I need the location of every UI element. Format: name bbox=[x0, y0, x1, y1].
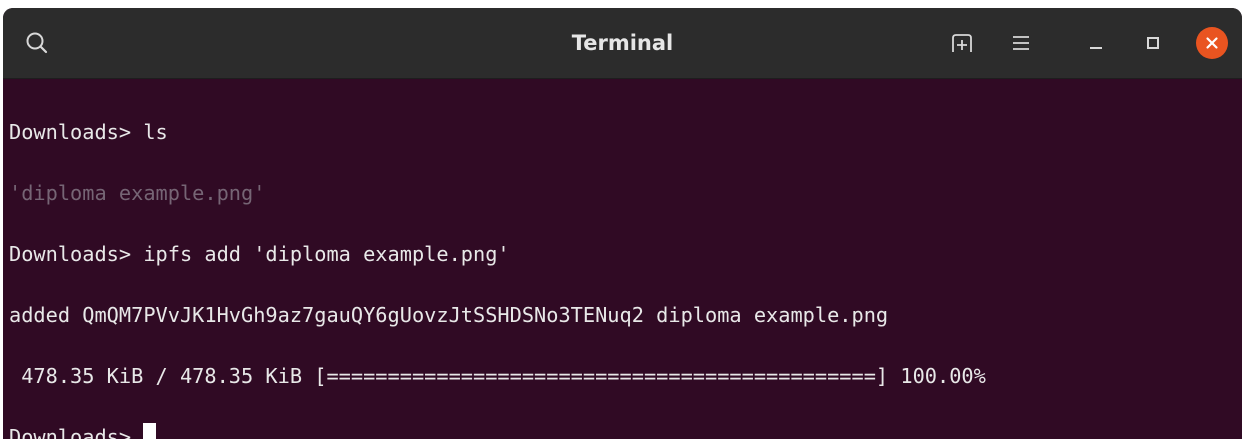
terminal-line-added-hash: added QmQM7PVvJK1HvGh9az7gauQY6gUovzJtSS… bbox=[9, 302, 889, 327]
terminal-window: Terminal Downloads> ls 'diploma example.… bbox=[3, 8, 1242, 439]
terminal-line-command-ipfs-add: Downloads> ipfs add 'diploma example.png… bbox=[9, 241, 510, 266]
minimize-button[interactable] bbox=[1078, 25, 1114, 61]
text-cursor bbox=[143, 422, 157, 439]
terminal-output[interactable]: Downloads> ls 'diploma example.png' Down… bbox=[3, 79, 1242, 439]
close-button-circle bbox=[1196, 27, 1228, 59]
terminal-line-prompt[interactable]: Downloads> bbox=[9, 422, 1242, 439]
terminal-line-command-ls: Downloads> ls bbox=[9, 119, 168, 144]
terminal-line-progress: 478.35 KiB / 478.35 KiB [===============… bbox=[9, 363, 986, 388]
new-tab-icon bbox=[952, 34, 972, 52]
close-icon bbox=[1206, 37, 1218, 49]
minimize-icon bbox=[1090, 47, 1102, 49]
window-title: Terminal bbox=[571, 31, 674, 55]
maximize-button[interactable] bbox=[1135, 25, 1171, 61]
terminal-line-filename: 'diploma example.png' bbox=[9, 180, 266, 205]
new-tab-button[interactable] bbox=[944, 25, 980, 61]
maximize-icon bbox=[1147, 37, 1159, 49]
hamburger-menu-icon bbox=[1013, 36, 1029, 50]
menu-button[interactable] bbox=[1003, 25, 1039, 61]
title-bar: Terminal bbox=[3, 8, 1242, 79]
prompt-text: Downloads> bbox=[9, 424, 144, 439]
close-button[interactable] bbox=[1194, 25, 1230, 61]
